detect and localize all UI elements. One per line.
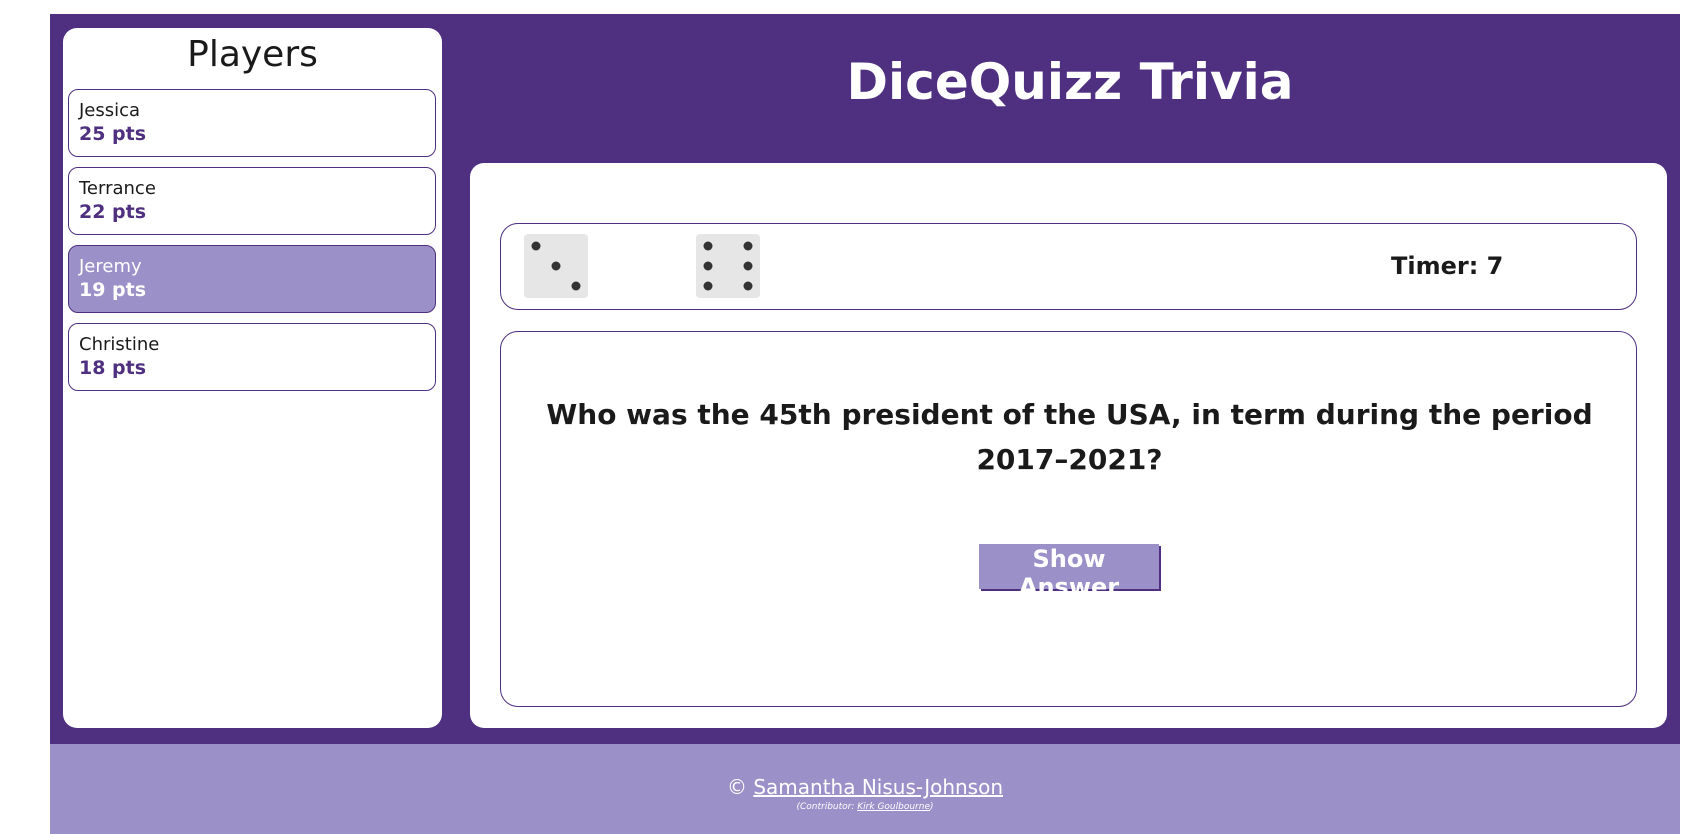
show-answer-button[interactable]: Show Answer bbox=[979, 544, 1159, 601]
footer-contributor: (Contributor: Kirk Goulbourne) bbox=[50, 800, 1680, 814]
die-pip bbox=[743, 261, 753, 271]
footer-copyright: © Samantha Nisus-Johnson bbox=[50, 774, 1680, 800]
player-score: 18 pts bbox=[79, 357, 147, 379]
player-card-jessica[interactable]: Jessica 25 pts bbox=[68, 89, 436, 157]
player-name: Jessica bbox=[79, 100, 141, 121]
die-pip bbox=[531, 241, 541, 251]
contributor-link[interactable]: Kirk Goulbourne bbox=[857, 802, 930, 812]
players-sidebar: Players Jessica 25 pts Terrance 22 pts J… bbox=[63, 28, 442, 728]
question-text: Who was the 45th president of the USA, i… bbox=[546, 398, 1593, 476]
player-score: 25 pts bbox=[79, 123, 147, 145]
player-card-christine[interactable]: Christine 18 pts bbox=[68, 323, 436, 391]
die-pip bbox=[551, 261, 561, 271]
player-score: 19 pts bbox=[79, 279, 147, 301]
copyright-symbol: © bbox=[726, 775, 747, 799]
die-pip bbox=[703, 261, 713, 271]
die-face-6 bbox=[703, 241, 753, 291]
die-pip bbox=[571, 281, 581, 291]
player-card-jeremy[interactable]: Jeremy 19 pts bbox=[68, 245, 436, 313]
app-container: Players Jessica 25 pts Terrance 22 pts J… bbox=[50, 14, 1680, 744]
player-name: Christine bbox=[79, 334, 160, 355]
dice-bar: Timer: 7 bbox=[500, 223, 1637, 310]
footer: © Samantha Nisus-Johnson (Contributor: K… bbox=[50, 744, 1680, 834]
question-card: Who was the 45th president of the USA, i… bbox=[500, 331, 1637, 707]
players-title: Players bbox=[187, 34, 318, 75]
die-two-icon[interactable] bbox=[696, 234, 760, 298]
die-pip bbox=[743, 281, 753, 291]
game-panel: Timer: 7 Who was the 45th president of t… bbox=[470, 163, 1667, 728]
die-face-3 bbox=[531, 241, 581, 291]
player-name: Terrance bbox=[79, 178, 156, 199]
player-score: 22 pts bbox=[79, 201, 147, 223]
die-one-icon[interactable] bbox=[524, 234, 588, 298]
app-title: DiceQuizz Trivia bbox=[846, 53, 1294, 111]
player-card-terrance[interactable]: Terrance 22 pts bbox=[68, 167, 436, 235]
contributor-suffix: ) bbox=[930, 802, 934, 812]
timer-label: Timer: 7 bbox=[1391, 252, 1504, 280]
player-name: Jeremy bbox=[79, 256, 142, 277]
die-pip bbox=[703, 281, 713, 291]
contributor-prefix: (Contributor: bbox=[796, 802, 858, 812]
author-link[interactable]: Samantha Nisus-Johnson bbox=[753, 775, 1003, 799]
die-pip bbox=[743, 241, 753, 251]
die-pip bbox=[703, 241, 713, 251]
